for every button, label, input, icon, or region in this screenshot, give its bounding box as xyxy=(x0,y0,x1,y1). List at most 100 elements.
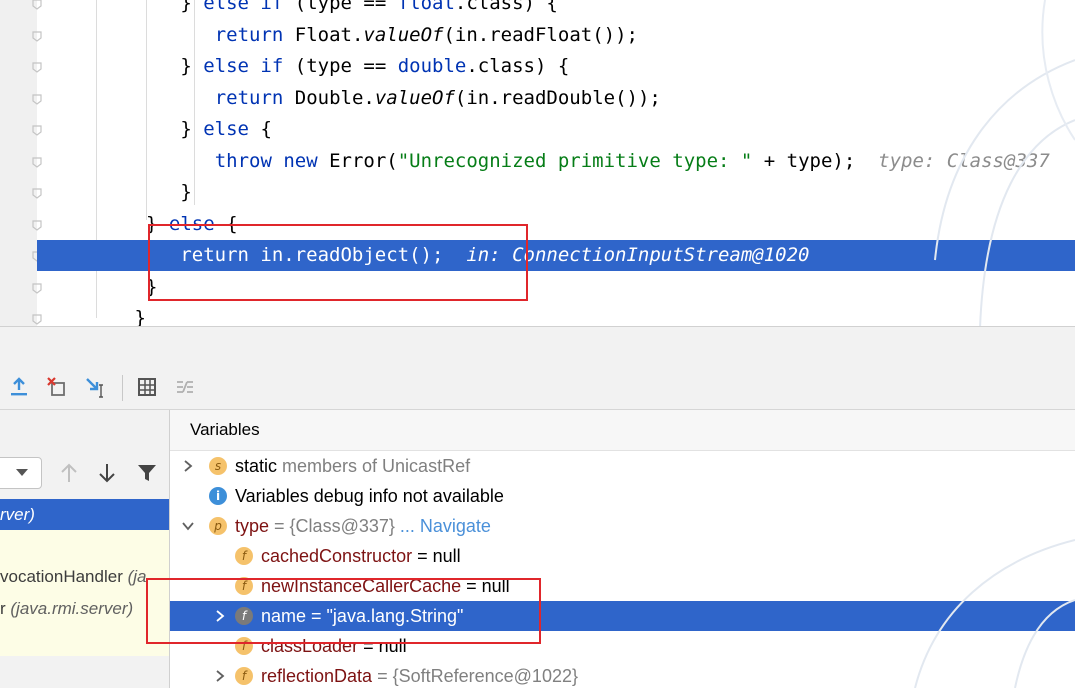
chevron-down-icon xyxy=(16,469,28,476)
info-icon: i xyxy=(209,487,227,505)
variable-text: newInstanceCallerCache = null xyxy=(261,571,510,601)
variable-value: = null xyxy=(461,576,510,596)
static-icon: s xyxy=(209,457,227,475)
variable-text: name = "java.lang.String" xyxy=(261,601,463,631)
variable-text: static members of UnicastRef xyxy=(235,451,470,481)
variable-text: reflectionData = {SoftReference@1022} xyxy=(261,661,578,688)
variable-value: = null xyxy=(412,546,461,566)
variable-name: cachedConstructor xyxy=(261,546,413,566)
drop-frame-icon[interactable] xyxy=(45,375,69,399)
variable-text: cachedConstructor = null xyxy=(261,541,461,571)
frames-panel: rver) vocationHandler (ja r (java.rmi.serv… xyxy=(0,410,170,688)
code-token: } xyxy=(134,307,146,328)
panel-separator[interactable] xyxy=(0,326,1075,367)
code-token: else xyxy=(168,213,215,235)
field-icon: f xyxy=(235,667,253,685)
variable-name: type xyxy=(235,516,270,536)
variable-text: classLoader = null xyxy=(261,631,407,661)
code-token: } xyxy=(146,213,169,235)
code-token: valueOf xyxy=(374,87,455,109)
stack-frame[interactable] xyxy=(0,530,169,561)
code-token: .class) { xyxy=(466,55,570,77)
code-text: return in.readObject(); in: ConnectionIn… xyxy=(180,244,809,266)
parameter-icon: p xyxy=(209,517,227,535)
code-token: (type == xyxy=(283,55,398,77)
code-token: float xyxy=(397,0,455,14)
code-token: valueOf xyxy=(363,24,444,46)
code-token: (in.readFloat()); xyxy=(443,24,638,46)
code-text: } else { xyxy=(146,213,238,235)
variable-value: = "java.lang.String" xyxy=(306,606,464,626)
variable-name: newInstanceCallerCache xyxy=(261,576,462,596)
chevron-right-icon[interactable] xyxy=(181,459,195,473)
field-icon: f xyxy=(235,577,253,595)
evaluate-expression-icon[interactable] xyxy=(135,375,159,399)
frame-label: vocationHandler xyxy=(0,567,128,586)
toolbar-divider xyxy=(122,375,123,401)
variable-value: members of UnicastRef xyxy=(277,456,471,476)
variable-name: classLoader xyxy=(261,636,359,656)
trace-stream-icon[interactable] xyxy=(173,375,197,399)
code-token: (type == xyxy=(283,0,398,14)
code-token: else if xyxy=(203,0,284,14)
variable-value: = {SoftReference@1022} xyxy=(372,666,578,686)
variable-name: static xyxy=(235,456,278,476)
variables-panel: Variables s static members of UnicastRef i… xyxy=(170,410,1075,688)
variable-value: = {Class@337} xyxy=(269,516,400,536)
step-out-icon[interactable] xyxy=(7,375,31,399)
background-watermark-2 xyxy=(914,539,1075,688)
code-token: else xyxy=(203,118,249,140)
filter-icon[interactable] xyxy=(136,462,158,484)
variable-name: name xyxy=(261,606,307,626)
arrow-up-icon[interactable] xyxy=(59,462,79,484)
code-text: return Float.valueOf(in.readFloat()); xyxy=(215,24,638,46)
code-editor[interactable]: } else if (type == float.class) {return … xyxy=(0,0,1075,328)
chevron-right-icon[interactable] xyxy=(213,609,227,623)
variable-name: reflectionData xyxy=(261,666,373,686)
frame-package: (java.rmi.server) xyxy=(10,599,134,618)
code-text: } else if (type == double.class) { xyxy=(180,55,569,77)
debugger-toolbar xyxy=(0,367,1075,410)
thread-selector[interactable] xyxy=(0,457,42,489)
code-token: "Unrecognized primitive type: " xyxy=(397,150,753,172)
arrow-down-icon[interactable] xyxy=(97,462,117,484)
code-token: { xyxy=(214,213,238,235)
background-watermark xyxy=(934,0,1075,328)
code-token: } xyxy=(180,181,192,203)
field-icon: f xyxy=(235,547,253,565)
code-text: } xyxy=(135,307,146,328)
stack-frame[interactable]: rver) xyxy=(0,499,169,530)
code-token: throw new xyxy=(214,150,318,172)
variables-title: Variables xyxy=(190,420,260,439)
variable-text: Variables debug info not available xyxy=(235,481,504,511)
frame-label: rver) xyxy=(0,505,35,524)
code-token: else if xyxy=(203,55,284,77)
frame-package: (ja xyxy=(127,567,147,586)
chevron-down-icon[interactable] xyxy=(181,519,195,533)
code-text: } else if (type == float.class) { xyxy=(180,0,558,14)
code-token: return xyxy=(214,87,284,109)
code-token: (in.readDouble()); xyxy=(454,87,661,109)
chevron-right-icon[interactable] xyxy=(213,669,227,683)
code-token: Error( xyxy=(317,150,398,172)
code-token: } xyxy=(146,276,158,298)
field-icon: f xyxy=(235,637,253,655)
stack-frame[interactable]: vocationHandler (ja xyxy=(0,561,169,593)
code-token: .class) { xyxy=(454,0,558,14)
code-token: } xyxy=(180,55,204,77)
code-token: Double. xyxy=(283,87,375,109)
code-text: } else { xyxy=(180,118,272,140)
variable-text: type = {Class@337} ... Navigate xyxy=(235,511,491,541)
code-token: return in.readObject(); xyxy=(180,244,467,266)
code-token: return xyxy=(214,24,284,46)
code-text: } xyxy=(180,181,191,203)
frame-label: r xyxy=(0,599,11,618)
code-token: double xyxy=(397,55,467,77)
code-token: } xyxy=(180,118,204,140)
run-to-cursor-icon[interactable] xyxy=(84,375,108,399)
field-icon: f xyxy=(235,607,253,625)
navigate-link[interactable]: ... Navigate xyxy=(400,516,491,536)
stack-frame[interactable]: r (java.rmi.server) xyxy=(0,593,169,656)
code-text: return Double.valueOf(in.readDouble()); xyxy=(215,87,661,109)
code-text: } xyxy=(146,276,157,298)
